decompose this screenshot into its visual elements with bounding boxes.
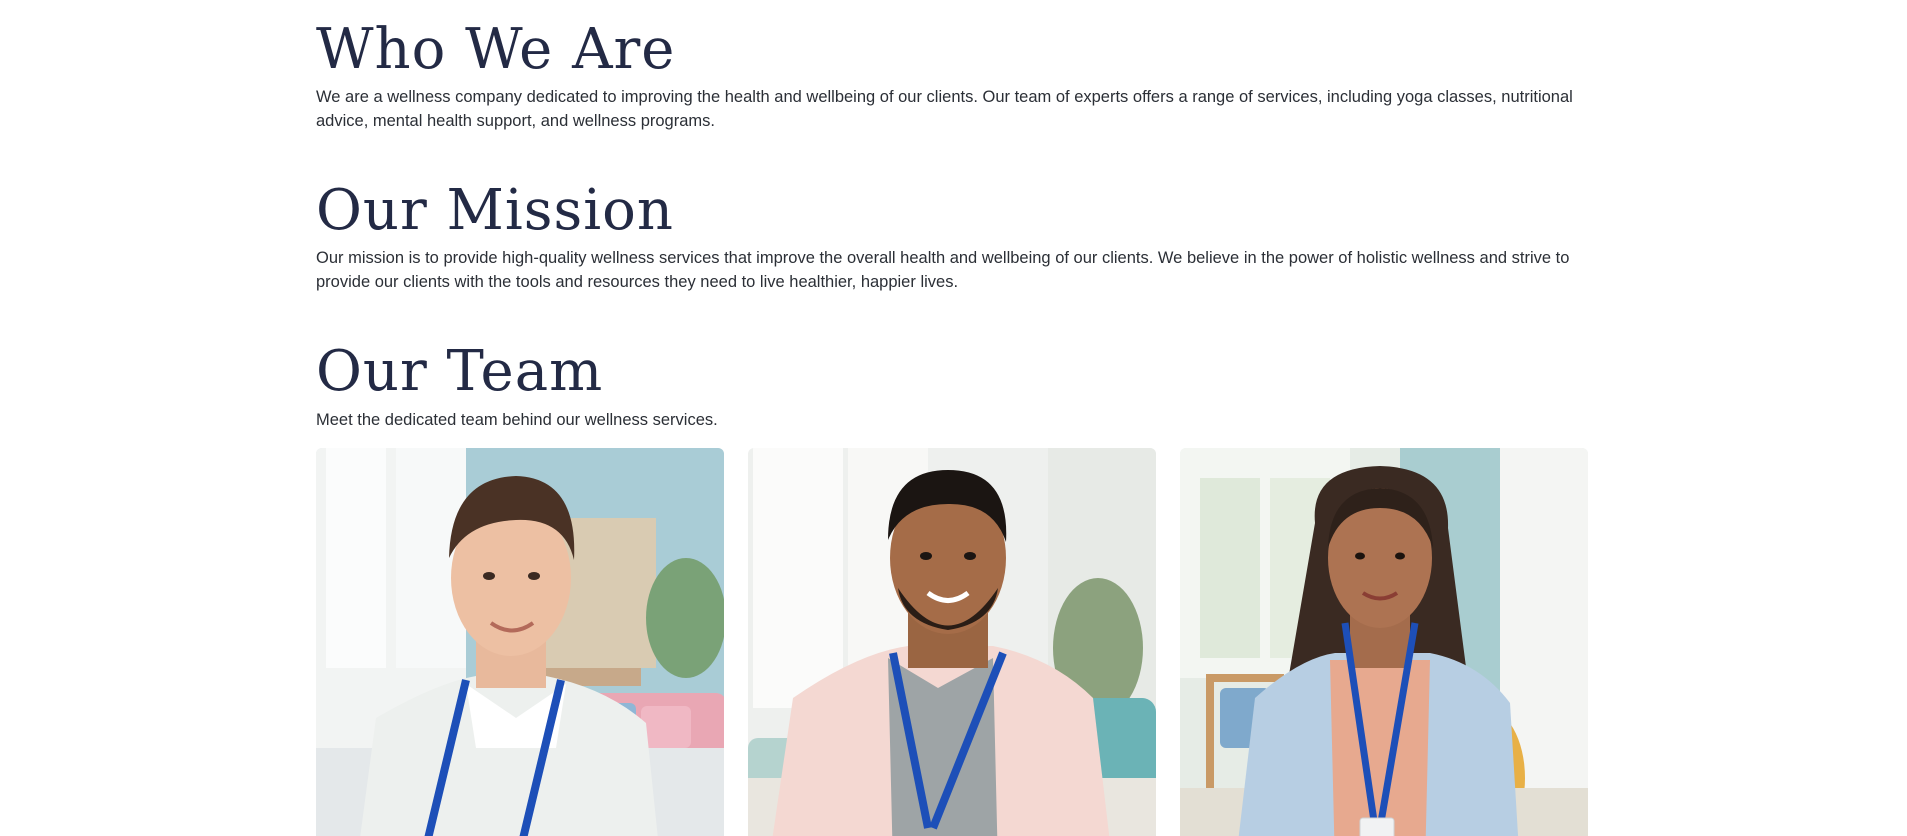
our-mission-text: Our mission is to provide high-quality w… [316,249,1570,291]
who-we-are-text: We are a wellness company dedicated to i… [316,88,1573,130]
team-member-card [316,448,724,836]
page: Who We Are We are a wellness company ded… [0,0,1907,836]
our-team-text: Meet the dedicated team behind our welln… [316,411,718,429]
team-grid [316,448,1589,836]
team-member-card [748,448,1156,836]
who-we-are-heading: Who We Are [316,17,676,82]
team-member-photo [748,448,1156,836]
team-member-card [1180,448,1588,836]
our-team-heading: Our Team [316,339,604,404]
team-member-photo [1180,448,1588,836]
team-member-photo [316,448,724,836]
our-mission-heading: Our Mission [316,178,674,243]
